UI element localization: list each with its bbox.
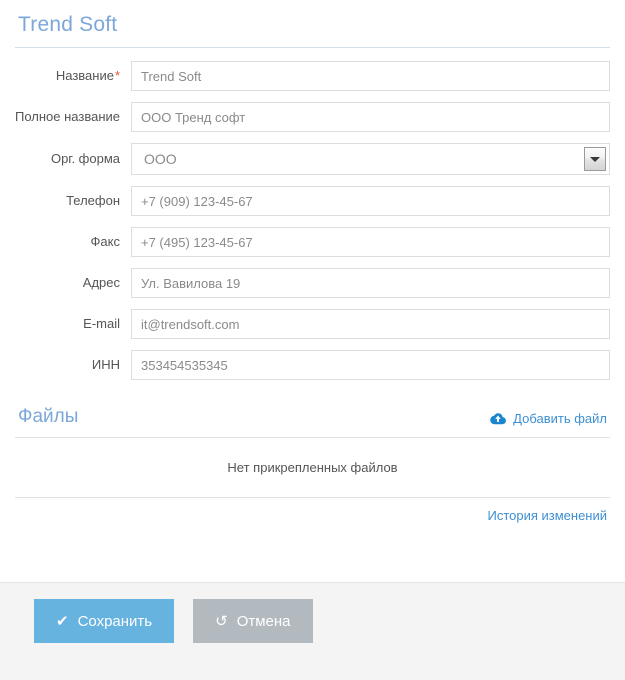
select-org-form[interactable]: ООО [131,143,610,175]
label-fax: Факс [15,234,131,250]
save-button-label: Сохранить [77,612,153,630]
form-row-phone: Телефон [15,186,610,216]
footer-actions: ✔ Сохранить ↺ Отмена [0,583,625,643]
input-fax[interactable] [131,227,610,257]
label-text: Полное название [15,109,121,124]
input-address[interactable] [131,268,610,298]
save-button[interactable]: ✔ Сохранить [34,599,175,643]
caret-shape [590,156,600,162]
files-empty-message: Нет прикрепленных файлов [227,460,398,475]
title-divider [15,47,610,48]
form-row-inn: ИНН [15,350,610,380]
select-value-org-form: ООО [144,151,177,167]
cancel-button[interactable]: ↺ Отмена [193,599,313,643]
cloud-upload-icon [489,412,507,425]
input-inn[interactable] [131,350,610,380]
label-text: Орг. форма [50,151,120,166]
company-edit-form-page: Trend Soft Название* Полное название Орг. … [0,0,625,680]
files-section-header: Файлы Добавить файл [15,391,610,437]
form-row-org-form: Орг. форма ООО [15,143,610,175]
cancel-button-label: Отмена [236,612,291,630]
label-inn: ИНН [15,357,131,373]
label-phone: Телефон [15,193,131,209]
form-fields: Название* Полное название Орг. форма ООО Тел… [15,61,610,380]
form-row-full-name: Полное название [15,102,610,132]
undo-icon: ↺ [215,612,228,630]
input-phone[interactable] [131,186,610,216]
form-content: Trend Soft Название* Полное название Орг. … [0,0,625,539]
files-section-title: Файлы [18,406,79,427]
label-text: Адрес [82,275,120,290]
label-full-name: Полное название [15,109,131,125]
label-address: Адрес [15,275,131,291]
change-history-link[interactable]: История изменений [487,508,607,523]
form-row-name: Название* [15,61,610,91]
label-org-form: Орг. форма [15,151,131,167]
form-row-fax: Факс [15,227,610,257]
input-full-name[interactable] [131,102,610,132]
chevron-down-icon[interactable] [584,147,606,171]
check-icon: ✔ [56,612,69,630]
label-text: Название [55,68,114,83]
label-text: Факс [90,234,120,249]
label-text: ИНН [91,357,120,372]
form-footer: ✔ Сохранить ↺ Отмена [0,582,625,680]
form-row-email: E-mail [15,309,610,339]
input-email[interactable] [131,309,610,339]
label-email: E-mail [15,316,131,332]
label-text: E-mail [83,316,120,331]
add-file-button[interactable]: Добавить файл [489,411,607,429]
history-row: История изменений [15,498,610,539]
input-name[interactable] [131,61,610,91]
label-text: Телефон [66,193,120,208]
required-marker: * [114,68,120,83]
page-title: Trend Soft [18,13,118,36]
label-name: Название* [15,68,131,84]
form-row-address: Адрес [15,268,610,298]
add-file-label: Добавить файл [513,411,607,426]
